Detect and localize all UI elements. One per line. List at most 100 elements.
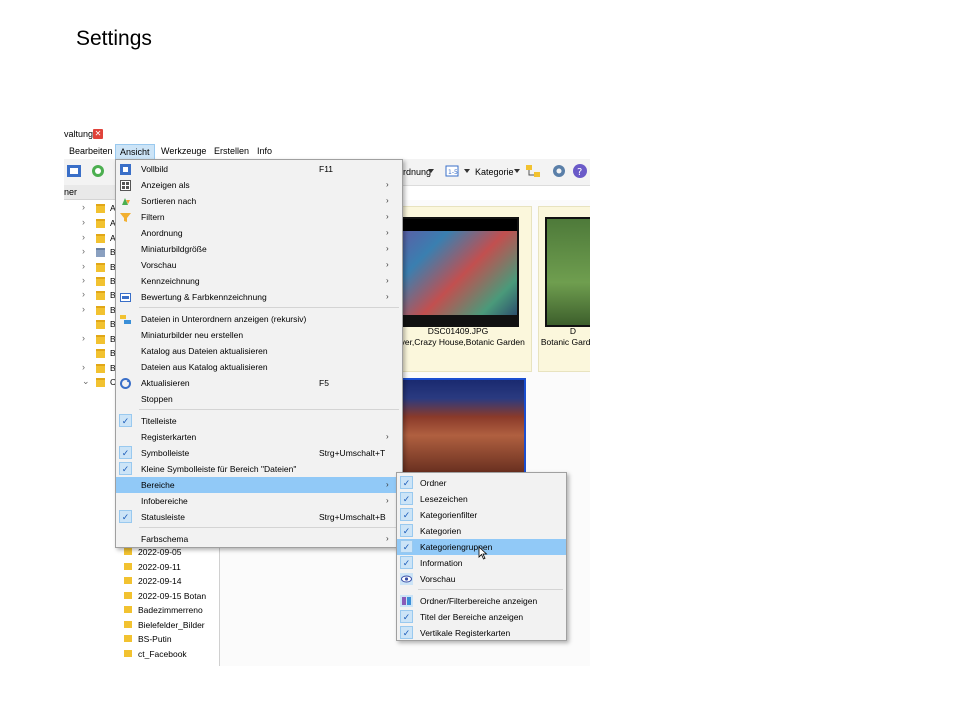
submenu-item-vertikale-registerkarten[interactable]: ✓ Vertikale Registerkarten: [397, 625, 566, 641]
folder-icon: [96, 364, 105, 373]
menu-item-anordnung[interactable]: Anordnung ›: [116, 225, 402, 241]
chevron-down-icon[interactable]: [428, 169, 434, 173]
expand-arrow-icon[interactable]: ›: [82, 261, 85, 271]
menu-item-symbolleiste[interactable]: ✓ Symbolleiste Strg+Umschalt+T: [116, 445, 402, 461]
menu-item-rekursiv[interactable]: Dateien in Unterordnern anzeigen (rekurs…: [116, 311, 402, 327]
menu-item-infobereiche[interactable]: Infobereiche ›: [116, 493, 402, 509]
expand-arrow-icon[interactable]: ›: [82, 217, 85, 227]
menu-item-vorschau[interactable]: Vorschau ›: [116, 257, 402, 273]
folder-icon: [96, 234, 105, 243]
menu-item-aktualisieren[interactable]: Aktualisieren F5: [116, 375, 402, 391]
menu-item-registerkarten[interactable]: Registerkarten ›: [116, 429, 402, 445]
expand-arrow-icon[interactable]: ›: [82, 304, 85, 314]
svg-text:?: ?: [577, 167, 582, 178]
fullscreen-icon[interactable]: [66, 163, 82, 179]
menu-item-sortieren-nach[interactable]: Sortieren nach ›: [116, 193, 402, 209]
menu-info[interactable]: Info: [257, 146, 272, 156]
tree-subrow[interactable]: Bielefelder_Bilder: [64, 618, 219, 632]
expand-arrow-icon[interactable]: ›: [82, 246, 85, 256]
panels-icon: [400, 595, 413, 607]
check-icon: ✓: [400, 476, 413, 489]
gear-icon[interactable]: [551, 163, 567, 179]
toolbar-kategorie-label[interactable]: Kategorie: [475, 167, 514, 177]
tree-subrow[interactable]: ct_Facebook: [64, 647, 219, 661]
submenu-item-label: Lesezeichen: [420, 494, 468, 504]
tree-subrow[interactable]: Badezimmerreno: [64, 603, 219, 617]
thumbnail-cell[interactable]: [538, 206, 590, 372]
menu-item-filtern[interactable]: Filtern ›: [116, 209, 402, 225]
menu-item-dateien-aus-katalog[interactable]: Dateien aus Katalog aktualisieren: [116, 359, 402, 375]
expand-arrow-icon[interactable]: ›: [82, 362, 85, 372]
menu-item-miniaturbildgroesse[interactable]: Miniaturbildgröße ›: [116, 241, 402, 257]
expand-arrow-icon[interactable]: ›: [82, 202, 85, 212]
submenu-arrow-icon: ›: [386, 228, 389, 237]
menu-item-label: Vorschau: [141, 260, 177, 270]
tree-subrow[interactable]: 2022-09-14: [64, 574, 219, 588]
submenu-item-vorschau[interactable]: Vorschau: [397, 571, 566, 587]
menu-werkzeuge[interactable]: Werkzeuge: [161, 146, 206, 156]
tab-close-icon[interactable]: ✕: [93, 129, 103, 139]
menu-item-farbschema[interactable]: Farbschema ›: [116, 531, 402, 547]
tree-subrow[interactable]: 2022-09-11: [64, 560, 219, 574]
menu-item-kennzeichnung[interactable]: Kennzeichnung ›: [116, 273, 402, 289]
eye-icon: [400, 573, 413, 585]
menu-item-bewertung[interactable]: Bewertung & Farbkennzeichnung ›: [116, 289, 402, 305]
folder-icon: [124, 563, 132, 570]
submenu-item-kategorienfilter[interactable]: ✓ Kategorienfilter: [397, 507, 566, 523]
submenu-item-ordner[interactable]: ✓ Ordner: [397, 475, 566, 491]
folder-icon: [96, 204, 105, 213]
folder-icon: [96, 320, 105, 329]
menu-erstellen[interactable]: Erstellen: [214, 146, 249, 156]
rating-icon[interactable]: 1-5: [444, 163, 460, 179]
help-icon[interactable]: ?: [572, 163, 588, 179]
menu-item-shortcut: Strg+Umschalt+T: [319, 448, 386, 458]
menu-item-label: Vollbild: [141, 164, 168, 174]
thumbnail-image[interactable]: [389, 217, 519, 327]
menu-item-anzeigen-als[interactable]: Anzeigen als ›: [116, 177, 402, 193]
submenu-item-lesezeichen[interactable]: ✓ Lesezeichen: [397, 491, 566, 507]
thumbnail-image-selected[interactable]: [396, 378, 526, 474]
submenu-item-ordner-filterbereiche[interactable]: Ordner/Filterbereiche anzeigen: [397, 593, 566, 609]
thumbnail-image[interactable]: [545, 217, 590, 327]
menu-item-kleine-symbolleiste[interactable]: ✓ Kleine Symbolleiste für Bereich "Dateie…: [116, 461, 402, 477]
expand-arrow-icon[interactable]: ›: [82, 289, 85, 299]
submenu-item-kategorien[interactable]: ✓ Kategorien: [397, 523, 566, 539]
folder-icon: [124, 621, 132, 628]
check-icon: ✓: [400, 626, 413, 639]
expand-arrow-icon[interactable]: ›: [82, 333, 85, 343]
chevron-down-icon[interactable]: [514, 169, 520, 173]
filter-icon: [120, 213, 131, 222]
check-icon: ✓: [400, 524, 413, 537]
menu-bearbeiten[interactable]: Bearbeiten: [69, 146, 113, 156]
check-icon: ✓: [400, 556, 413, 569]
menu-item-bereiche[interactable]: Bereiche ›: [116, 477, 402, 493]
expand-arrow-icon[interactable]: ›: [82, 232, 85, 242]
folder-icon: [96, 219, 105, 228]
expand-arrow-icon[interactable]: ›: [82, 275, 85, 285]
tree-subrow[interactable]: BS-Putin: [64, 632, 219, 646]
folder-icon: [124, 650, 132, 657]
menu-item-label: Aktualisieren: [141, 378, 190, 388]
menu-item-statusleiste[interactable]: ✓ Statusleiste Strg+Umschalt+B: [116, 509, 402, 525]
submenu-arrow-icon: ›: [386, 260, 389, 269]
menu-item-katalog-aus-dateien[interactable]: Katalog aus Dateien aktualisieren: [116, 343, 402, 359]
menu-item-stoppen[interactable]: Stoppen: [116, 391, 402, 407]
submenu-arrow-icon: ›: [386, 196, 389, 205]
menubar: Bearbeiten Ansicht Werkzeuge Erstellen I…: [64, 143, 590, 160]
menu-item-label: Statusleiste: [141, 512, 185, 522]
tree-subrow-label: ct_Facebook: [138, 649, 187, 659]
menu-item-miniaturbilder-neu[interactable]: Miniaturbilder neu erstellen: [116, 327, 402, 343]
refresh-icon[interactable]: [90, 163, 106, 179]
menu-item-vollbild[interactable]: Vollbild F11: [116, 161, 402, 177]
menu-item-label: Farbschema: [141, 534, 189, 544]
window-titlebar: valtung ✕: [64, 126, 590, 143]
menu-item-label: Bewertung & Farbkennzeichnung: [141, 292, 267, 302]
submenu-item-titel-der-bereiche[interactable]: ✓ Titel der Bereiche anzeigen: [397, 609, 566, 625]
submenu-arrow-icon: ›: [386, 292, 389, 301]
category-tree-icon[interactable]: [525, 163, 541, 179]
tree-subrow[interactable]: 2022-09-15 Botan: [64, 589, 219, 603]
menu-ansicht[interactable]: Ansicht: [115, 144, 155, 160]
menu-item-titelleiste[interactable]: ✓ Titelleiste: [116, 413, 402, 429]
expand-arrow-icon[interactable]: ⌄: [82, 376, 90, 387]
chevron-down-icon[interactable]: [464, 169, 470, 173]
